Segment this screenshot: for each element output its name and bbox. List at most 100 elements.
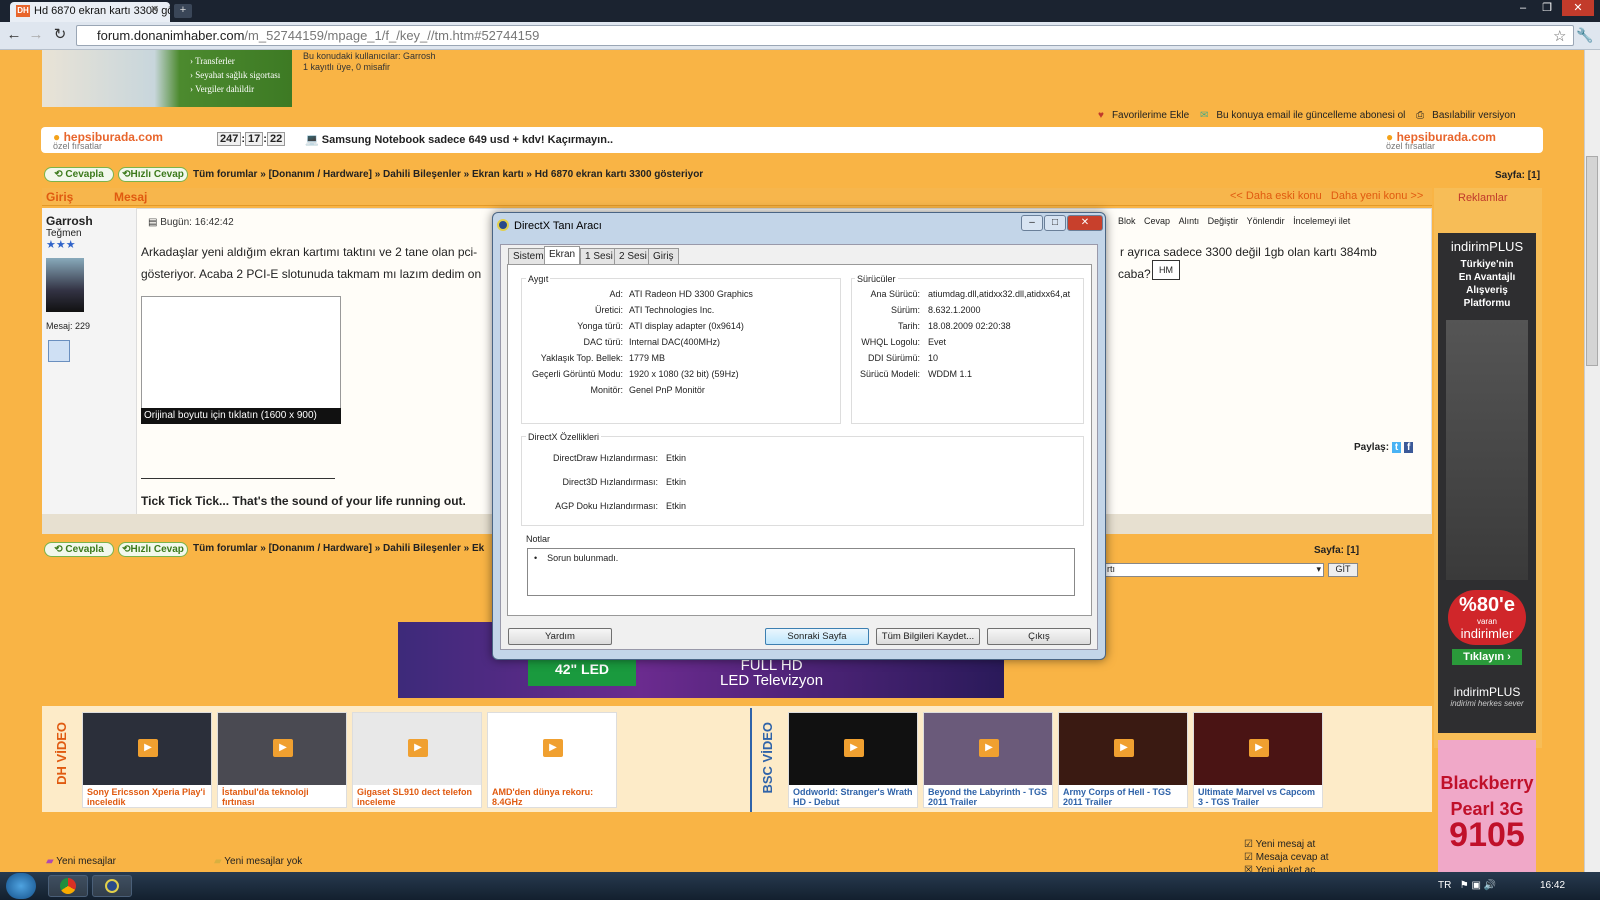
redirect-link[interactable]: Yönlendir — [1247, 216, 1285, 226]
newer-topic-link[interactable]: Daha yeni konu >> — [1331, 190, 1423, 202]
scrollbar-thumb[interactable] — [1586, 156, 1598, 366]
breadcrumb-bottom[interactable]: Tüm forumlar » [Donanım / Hardware] » Da… — [193, 543, 484, 554]
avatar[interactable] — [46, 258, 84, 312]
driver-value: 18.08.2009 02:20:38 — [928, 321, 1011, 331]
tab-input[interactable]: Giriş — [648, 248, 679, 265]
tab-sound1[interactable]: 1 Sesi — [580, 248, 618, 265]
go-button[interactable]: GİT — [1328, 563, 1358, 577]
clock[interactable]: 16:42 — [1540, 880, 1565, 891]
video-card[interactable]: ▶ Sony Ericsson Xperia Play'i inceledik — [82, 712, 212, 808]
close-window-icon[interactable]: ✕ — [1562, 0, 1594, 16]
dialog-maximize-icon[interactable]: □ — [1044, 215, 1066, 231]
page-value[interactable]: [1] — [1528, 170, 1540, 181]
video-card[interactable]: ▶ Ultimate Marvel vs Capcom 3 - TGS Trail… — [1193, 712, 1323, 808]
page-label: Sayfa: — [1495, 170, 1526, 181]
video-card[interactable]: ▶ AMD'den dünya rekoru: 8.4GHz — [487, 712, 617, 808]
video-card[interactable]: ▶ Gigaset SL910 dect telefon inceleme — [352, 712, 482, 808]
language-indicator[interactable]: TR — [1438, 880, 1451, 891]
post-header: Giriş Mesaj — [42, 188, 1432, 206]
quote-link[interactable]: Alıntı — [1179, 216, 1200, 226]
thumbnail-caption[interactable]: Orijinal boyutu için tıklatın (1600 x 90… — [141, 408, 341, 424]
forward-icon[interactable]: → — [26, 25, 46, 45]
legend-new-label: Yeni mesajlar — [56, 856, 116, 867]
block-link[interactable]: Blok — [1118, 216, 1136, 226]
forward-review-link[interactable]: İncelemeyi ilet — [1293, 216, 1350, 226]
reply-button[interactable]: ⟲ Cevapla — [44, 167, 114, 182]
driver-value: atiumdag.dll,atidxx32.dll,atidxx64,at — [928, 289, 1071, 299]
printable-link[interactable]: Basılabilir versiyon — [1432, 110, 1515, 121]
dialog-title: DirectX Tanı Aracı — [514, 220, 602, 232]
author-name[interactable]: Garrosh — [46, 214, 93, 228]
notes-box[interactable]: • Sorun bulunmadı. — [527, 548, 1075, 596]
promo-text[interactable]: 💻 Samsung Notebook sadece 649 usd + kdv!… — [305, 133, 613, 146]
promo-message: Samsung Notebook sadece 649 usd + kdv! K… — [321, 134, 614, 146]
discount-word: indirimler — [1460, 626, 1514, 641]
browser-tab[interactable]: DH Hd 6870 ekran kartı 3300 gö — [10, 2, 170, 22]
feature-label: Direct3D Hızlandırması: — [562, 477, 658, 487]
login-link[interactable]: Giriş — [46, 190, 73, 204]
volume-icon[interactable]: 🔊 — [1484, 880, 1496, 891]
bsc-video-label: BSC VİDEO — [760, 722, 775, 794]
flag-icon[interactable]: ⚑ — [1460, 880, 1469, 891]
hepsiburada-logo-right[interactable]: ● hepsiburada.com özel fırsatlar — [1386, 130, 1496, 151]
video-card[interactable]: ▶ İstanbul'da teknoloji fırtınası — [217, 712, 347, 808]
older-topic-link[interactable]: << Daha eski konu — [1230, 190, 1322, 202]
breadcrumb[interactable]: Tüm forumlar » [Donanım / Hardware] » Da… — [193, 169, 703, 180]
dialog-minimize-icon[interactable]: – — [1021, 215, 1043, 231]
blackberry-ad[interactable]: Blackberry Pearl 3G 9105 — [1438, 740, 1536, 872]
wrench-icon[interactable]: 🔧 — [1576, 27, 1593, 44]
twitter-icon[interactable]: t — [1391, 442, 1402, 453]
chrome-taskbar-icon[interactable] — [48, 875, 88, 897]
next-page-button[interactable]: Sonraki Sayfa — [765, 628, 869, 645]
driver-label: Tarih: — [897, 321, 920, 331]
tab-display[interactable]: Ekran — [544, 246, 581, 265]
video-caption: Ultimate Marvel vs Capcom 3 - TGS Traile… — [1198, 787, 1316, 807]
start-button[interactable] — [6, 873, 36, 899]
reply-link[interactable]: Cevap — [1144, 216, 1170, 226]
computer-icon[interactable] — [48, 340, 70, 362]
reply-button[interactable]: ⟲ Cevapla — [44, 542, 114, 557]
topic-viewers: Bu konudaki kullanıcılar: Garrosh 1 kayı… — [303, 51, 436, 73]
topic-navigation: << Daha eski konu Daha yeni konu >> — [1230, 190, 1423, 202]
minimize-icon[interactable]: – — [1512, 0, 1534, 16]
favorite-link[interactable]: Favorilerime Ekle — [1112, 110, 1189, 121]
new-tab-button[interactable]: + — [174, 4, 192, 18]
save-all-button[interactable]: Tüm Bilgileri Kaydet... — [876, 628, 980, 645]
video-divider — [750, 708, 752, 812]
signature: Tick Tick Tick... That's the sound of yo… — [141, 494, 466, 508]
help-button[interactable]: Yardım — [508, 628, 612, 645]
tab-close-icon[interactable]: ✕ — [150, 3, 159, 16]
promo-bar[interactable]: ● hepsiburada.com özel fırsatlar 247:17:2… — [41, 127, 1543, 153]
page-value[interactable]: [1] — [1347, 545, 1359, 556]
post-text-end: caba? — [1118, 267, 1151, 281]
exit-button[interactable]: Çıkış — [987, 628, 1091, 645]
click-cta[interactable]: Tıklayın › — [1452, 649, 1522, 665]
travel-ad-banner[interactable]: › Transferler › Seyahat sağlık sigortası… — [42, 50, 292, 107]
video-card[interactable]: ▶ Oddworld: Stranger's Wrath HD - Debut — [788, 712, 918, 808]
chevron-down-icon: ▾ — [1316, 564, 1321, 574]
back-icon[interactable]: ← — [4, 25, 24, 45]
video-card[interactable]: ▶ Beyond the Labyrinth - TGS 2011 Trailer — [923, 712, 1053, 808]
network-icon[interactable]: ▣ — [1471, 880, 1480, 891]
video-card[interactable]: ▶ Army Corps of Hell - TGS 2011 Trailer — [1058, 712, 1188, 808]
play-icon: ▶ — [844, 739, 864, 757]
bookmark-star-icon[interactable]: ☆ — [1553, 27, 1566, 45]
address-bar[interactable]: forum.donanimhaber.com/m_52744159/mpage_… — [76, 25, 1574, 46]
indirimplus-ad[interactable]: indirimPLUS Türkiye'nin En Avantajlı Alı… — [1438, 233, 1536, 733]
timer-minutes: 17 — [245, 132, 264, 146]
facebook-icon[interactable]: f — [1403, 442, 1414, 453]
tab-system[interactable]: Sistem — [508, 248, 549, 265]
quick-reply-button[interactable]: ⟲Hızlı Cevap — [118, 167, 188, 182]
edit-link[interactable]: Değiştir — [1208, 216, 1239, 226]
maximize-icon[interactable]: ❐ — [1536, 0, 1558, 16]
hepsiburada-logo[interactable]: ● hepsiburada.com özel fırsatlar — [53, 130, 163, 151]
email-subscribe-link[interactable]: Bu konuya email ile güncelleme abonesi o… — [1216, 110, 1405, 121]
forum-jump-select[interactable]: rtı ▾ — [1104, 563, 1324, 577]
reload-icon[interactable]: ↻ — [50, 25, 70, 45]
video-caption: Beyond the Labyrinth - TGS 2011 Trailer — [928, 787, 1048, 807]
tab-sound2[interactable]: 2 Sesi — [614, 248, 652, 265]
screenshot-thumbnail[interactable] — [141, 296, 341, 424]
directx-taskbar-icon[interactable] — [92, 875, 132, 897]
dialog-close-icon[interactable]: ✕ — [1067, 215, 1103, 231]
quick-reply-button[interactable]: ⟲Hızlı Cevap — [118, 542, 188, 557]
